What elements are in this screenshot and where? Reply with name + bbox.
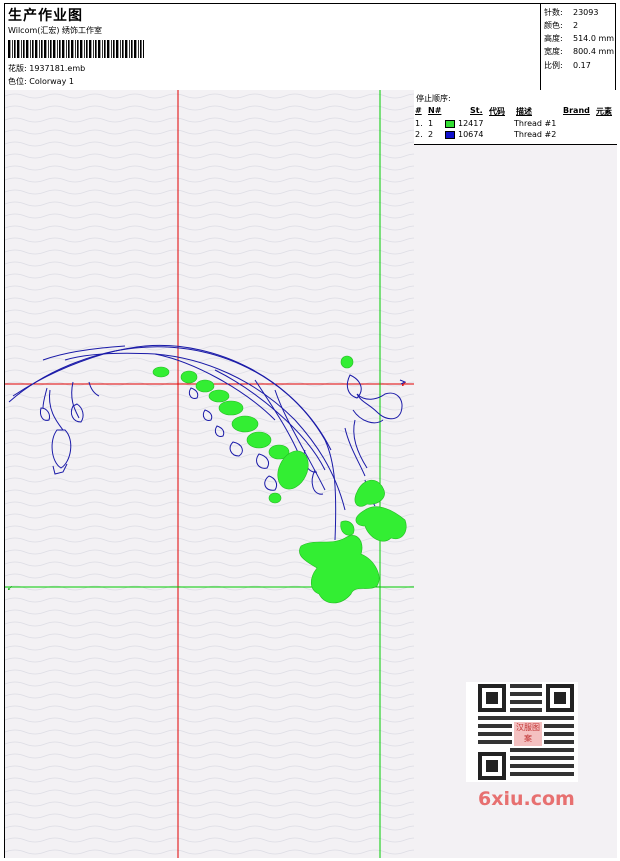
col-num: # <box>415 106 422 115</box>
colorway-line: 色位: Colorway 1 <box>8 76 74 87</box>
thread-swatch <box>445 120 455 128</box>
stat-stitches: 针数: 23093 <box>544 8 599 17</box>
col-desc: 描述 <box>516 107 532 116</box>
watermark-site: 6xiu.com <box>478 788 575 810</box>
qr-center-logo: 汉服图案 <box>512 720 544 748</box>
worksheet-header: 生产作业图 Wilcom(汇宏) 绣饰工作室 花版: 1937181.emb 色… <box>5 4 615 91</box>
stop-sequence-table: 停止顺序: # N# St. 代码 描述 Brand 元素 1. 1 12417… <box>414 90 617 145</box>
stat-height: 高度: 514.0 mm <box>544 34 615 43</box>
barcode <box>8 40 144 58</box>
studio-subtitle: Wilcom(汇宏) 绣饰工作室 <box>8 26 103 35</box>
col-element: 元素 <box>596 107 612 116</box>
design-file-value: 1937181.emb <box>29 64 86 73</box>
stat-width: 宽度: 800.4 mm <box>544 47 615 56</box>
stop-sequence-title: 停止顺序: <box>416 94 451 103</box>
design-file-label: 花版: <box>8 64 27 73</box>
design-stats: 针数: 23093 颜色: 2 高度: 514.0 mm 宽度: 800.4 mm 比例… <box>540 4 618 90</box>
col-brand: Brand <box>563 106 590 115</box>
col-code: 代码 <box>489 107 505 116</box>
embroidery-preview: ↙ ↙ <box>5 90 415 858</box>
thread-swatch <box>445 131 455 139</box>
colorway-label: 色位: <box>8 77 27 86</box>
design-file-line: 花版: 1937181.emb <box>8 63 85 74</box>
col-st: St. <box>470 106 483 115</box>
stat-colors: 颜色: 2 <box>544 21 579 30</box>
svg-text:↙: ↙ <box>7 584 13 592</box>
colorway-value: Colorway 1 <box>29 77 74 86</box>
page-title: 生产作业图 <box>8 8 83 24</box>
stat-scale: 比例: 0.17 <box>544 61 591 70</box>
design-drawing: ↙ ↙ <box>5 90 414 858</box>
svg-text:↙: ↙ <box>401 380 407 388</box>
col-n: N# <box>428 106 442 115</box>
